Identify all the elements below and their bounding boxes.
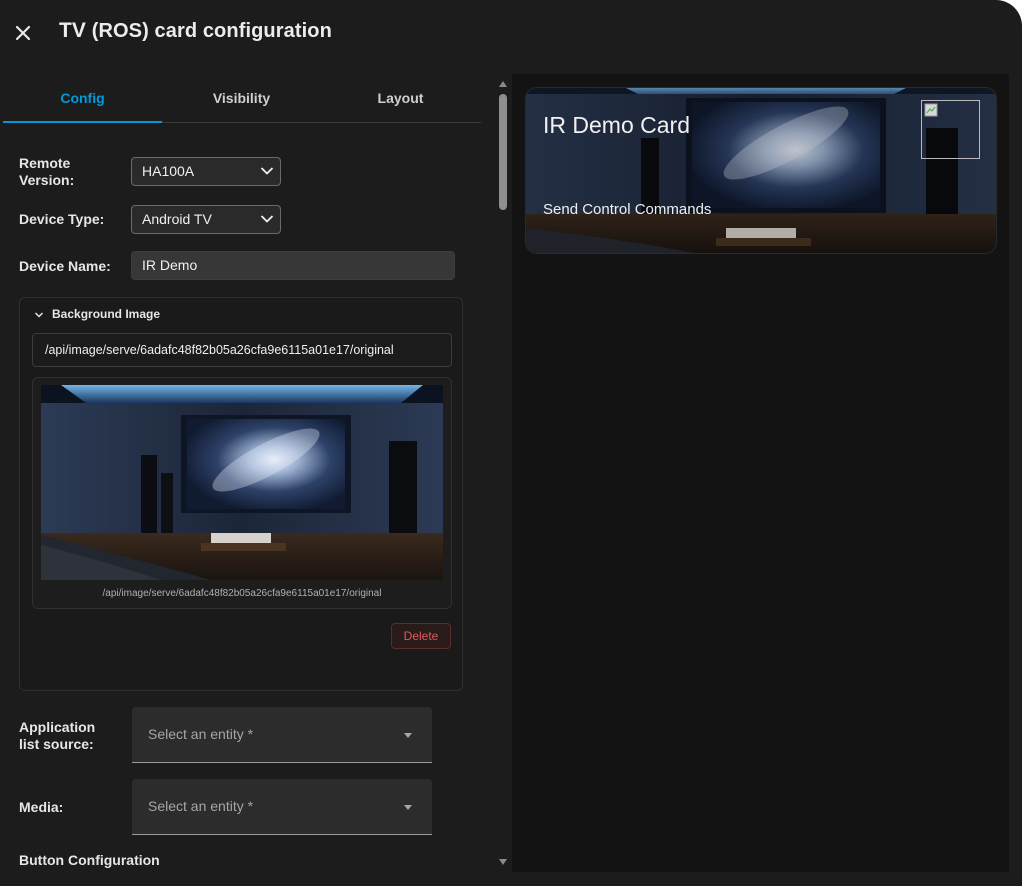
app-list-source-placeholder: Select an entity * (148, 726, 254, 742)
device-type-select[interactable]: Android TV (131, 205, 281, 234)
active-tab-indicator (3, 121, 162, 123)
chevron-down-icon (34, 312, 44, 318)
card-subtitle: Send Control Commands (543, 201, 712, 218)
tab-visibility[interactable]: Visibility (162, 76, 321, 120)
card-config-dialog: TV (ROS) card configuration Config Visib… (0, 0, 1022, 886)
device-name-input[interactable]: IR Demo (131, 251, 455, 280)
media-placeholder: Select an entity * (148, 798, 254, 814)
media-entity-picker[interactable]: Select an entity * (132, 779, 432, 835)
tab-bar: Config Visibility Layout (3, 76, 481, 123)
app-list-source-label: Application list source: (19, 719, 96, 752)
background-image-toggle[interactable]: Background Image (34, 307, 160, 321)
chevron-down-icon (260, 215, 274, 223)
background-image-preview: /api/image/serve/6adafc48f82b05a26cfa9e6… (32, 377, 452, 609)
card-preview-panel: IR Demo Card Send Control Commands (512, 74, 1009, 872)
close-icon[interactable] (10, 20, 36, 46)
scroll-down-arrow[interactable] (499, 859, 507, 865)
app-list-source-entity-picker[interactable]: Select an entity * (132, 707, 432, 763)
home-theater-image (41, 385, 443, 580)
title-prefix: TV (59, 19, 87, 42)
remote-version-label: Remote Version: (19, 155, 75, 188)
tab-layout[interactable]: Layout (321, 76, 480, 120)
delete-image-button[interactable]: Delete (391, 623, 451, 649)
scrollbar-thumb[interactable] (499, 94, 507, 210)
background-image-url-input[interactable]: /api/image/serve/6adafc48f82b05a26cfa9e6… (32, 333, 452, 367)
chevron-down-icon (260, 167, 274, 175)
broken-image-icon (921, 100, 980, 159)
remote-version-value: HA100A (142, 163, 195, 179)
title-text: (ROS) card configuration (91, 20, 332, 42)
tab-config[interactable]: Config (3, 76, 162, 120)
background-image-header: Background Image (52, 307, 161, 321)
dialog-title: TV (ROS) card configuration (59, 19, 332, 43)
scroll-up-arrow[interactable] (499, 81, 507, 87)
device-type-label: Device Type: (19, 211, 105, 227)
card-title: IR Demo Card (543, 112, 690, 138)
dropdown-caret-icon (404, 733, 412, 738)
background-image-panel: Background Image /api/image/serve/6adafc… (19, 297, 463, 691)
device-name-label: Device Name: (19, 258, 111, 274)
media-label: Media: (19, 799, 64, 815)
button-configuration-heading: Button Configuration (19, 852, 160, 868)
ir-demo-card[interactable]: IR Demo Card Send Control Commands (525, 87, 997, 254)
dropdown-caret-icon (404, 805, 412, 810)
remote-version-select[interactable]: HA100A (131, 157, 281, 186)
device-type-value: Android TV (142, 211, 212, 227)
background-image-caption: /api/image/serve/6adafc48f82b05a26cfa9e6… (102, 588, 382, 599)
